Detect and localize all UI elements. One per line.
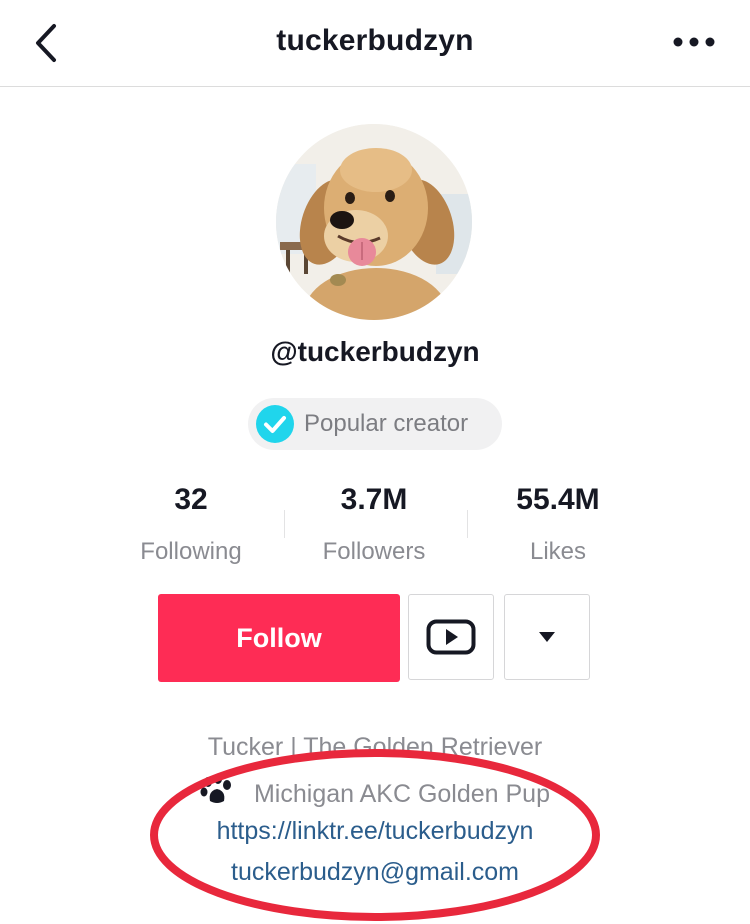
more-horizontal-icon [673, 37, 715, 47]
badge-label: Popular creator [304, 410, 469, 437]
popular-creator-badge: Popular creator [248, 398, 502, 450]
stat-value: 3.7M [340, 483, 408, 516]
stat-label: Following [140, 538, 242, 565]
golden-retriever-puppy-photo [276, 124, 472, 320]
stat-likes[interactable]: 55.4M Likes [458, 478, 658, 566]
stat-value: 32 [174, 483, 208, 516]
stat-label: Followers [322, 538, 426, 565]
bio-location-line: Michigan AKC Golden Pup [0, 775, 750, 809]
bio-email[interactable]: tuckerbudzyn@gmail.com [0, 858, 750, 887]
stat-value: 55.4M [516, 483, 600, 516]
bio-link[interactable]: https://linktr.ee/tuckerbudzyn [0, 817, 750, 846]
verified-check-icon [256, 405, 294, 443]
paw-icon [200, 775, 231, 803]
page-title: tuckerbudzyn [276, 24, 474, 57]
youtube-play-icon [426, 619, 476, 655]
bio-location-text: Michigan AKC Golden Pup [253, 780, 550, 808]
follow-button[interactable]: Follow [158, 594, 400, 682]
top-nav-bar: tuckerbudzyn [0, 0, 750, 87]
more-actions-dropdown-button[interactable] [504, 594, 590, 680]
profile-handle: @tuckerbudzyn [270, 336, 480, 367]
bio-name-line: Tucker | The Golden Retriever [207, 733, 543, 761]
stat-followers[interactable]: 3.7M Followers [274, 478, 474, 566]
youtube-button[interactable] [408, 594, 494, 680]
more-options-button[interactable] [672, 30, 716, 54]
avatar[interactable] [276, 124, 472, 320]
stat-label: Likes [529, 538, 587, 565]
stat-following[interactable]: 32 Following [91, 478, 291, 566]
caret-down-icon [539, 632, 555, 642]
